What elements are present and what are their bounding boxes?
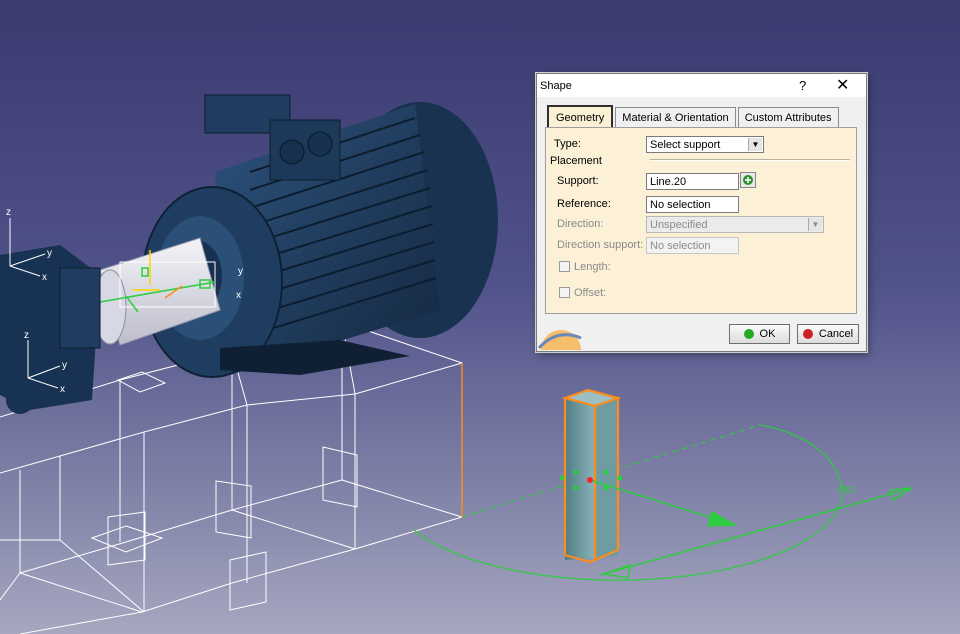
axis-label-y-lower: y bbox=[62, 360, 67, 371]
type-select-value: Select support bbox=[650, 139, 721, 151]
placement-divider bbox=[650, 159, 850, 161]
axis-label-z-lower: z bbox=[24, 330, 29, 341]
axis-label-z: z bbox=[6, 207, 11, 218]
axis-label-x-motor: x bbox=[236, 290, 241, 301]
chevron-down-icon[interactable]: ▼ bbox=[808, 218, 822, 231]
electric-motor bbox=[141, 94, 498, 378]
geometry-panel: Type: Select support ▼ Placement Support… bbox=[545, 127, 857, 314]
wireframe-frame bbox=[0, 321, 761, 634]
type-label: Type: bbox=[554, 138, 581, 150]
support-picker-button[interactable] bbox=[740, 172, 756, 188]
support-label: Support: bbox=[557, 175, 599, 187]
type-select[interactable]: Select support ▼ bbox=[646, 136, 764, 153]
offset-label: Offset: bbox=[574, 287, 607, 299]
selection-tool-icon bbox=[743, 175, 753, 185]
direction-support-label: Direction support: bbox=[557, 239, 644, 251]
cancel-icon bbox=[802, 329, 813, 339]
dialog-tabs: Geometry Material & Orientation Custom A… bbox=[547, 105, 841, 129]
axis-label-y: y bbox=[47, 248, 52, 259]
placement-label: Placement bbox=[550, 155, 602, 167]
direction-select[interactable]: Unspecified ▼ bbox=[646, 216, 824, 233]
tab-material-orientation[interactable]: Material & Orientation bbox=[615, 107, 736, 128]
rotation-angle-label: +90 bbox=[836, 484, 855, 496]
reference-field[interactable]: No selection bbox=[646, 196, 739, 213]
cancel-button-label: Cancel bbox=[818, 328, 854, 340]
direction-support-field[interactable]: No selection bbox=[646, 237, 739, 254]
help-button[interactable]: ? bbox=[799, 78, 806, 93]
reference-label: Reference: bbox=[557, 198, 611, 210]
catia-logo bbox=[537, 320, 585, 350]
cancel-button[interactable]: Cancel bbox=[797, 324, 859, 344]
tab-geometry[interactable]: Geometry bbox=[547, 105, 614, 129]
axis-label-x-lower: x bbox=[60, 384, 65, 395]
beam-preview: +90 bbox=[413, 388, 913, 581]
axis-label-y-motor: y bbox=[238, 266, 243, 277]
ok-icon bbox=[743, 329, 754, 339]
dialog-title: Shape bbox=[540, 79, 572, 92]
dialog-titlebar[interactable]: Shape ? ✕ bbox=[537, 74, 866, 97]
shape-dialog: Shape ? ✕ Geometry Material & Orientatio… bbox=[536, 73, 867, 352]
length-label: Length: bbox=[574, 261, 611, 273]
axis-label-x: x bbox=[42, 272, 47, 283]
close-button[interactable]: ✕ bbox=[836, 75, 849, 95]
tab-custom-attributes[interactable]: Custom Attributes bbox=[737, 107, 839, 128]
chevron-down-icon[interactable]: ▼ bbox=[748, 138, 762, 151]
direction-label: Direction: bbox=[557, 218, 604, 230]
offset-checkbox[interactable] bbox=[559, 287, 570, 298]
ok-button[interactable]: OK bbox=[729, 324, 790, 344]
ok-button-label: OK bbox=[759, 328, 776, 340]
support-field[interactable]: Line.20 bbox=[646, 173, 739, 190]
length-checkbox[interactable] bbox=[559, 261, 570, 272]
direction-select-value: Unspecified bbox=[650, 219, 708, 231]
gearbox bbox=[0, 245, 101, 414]
